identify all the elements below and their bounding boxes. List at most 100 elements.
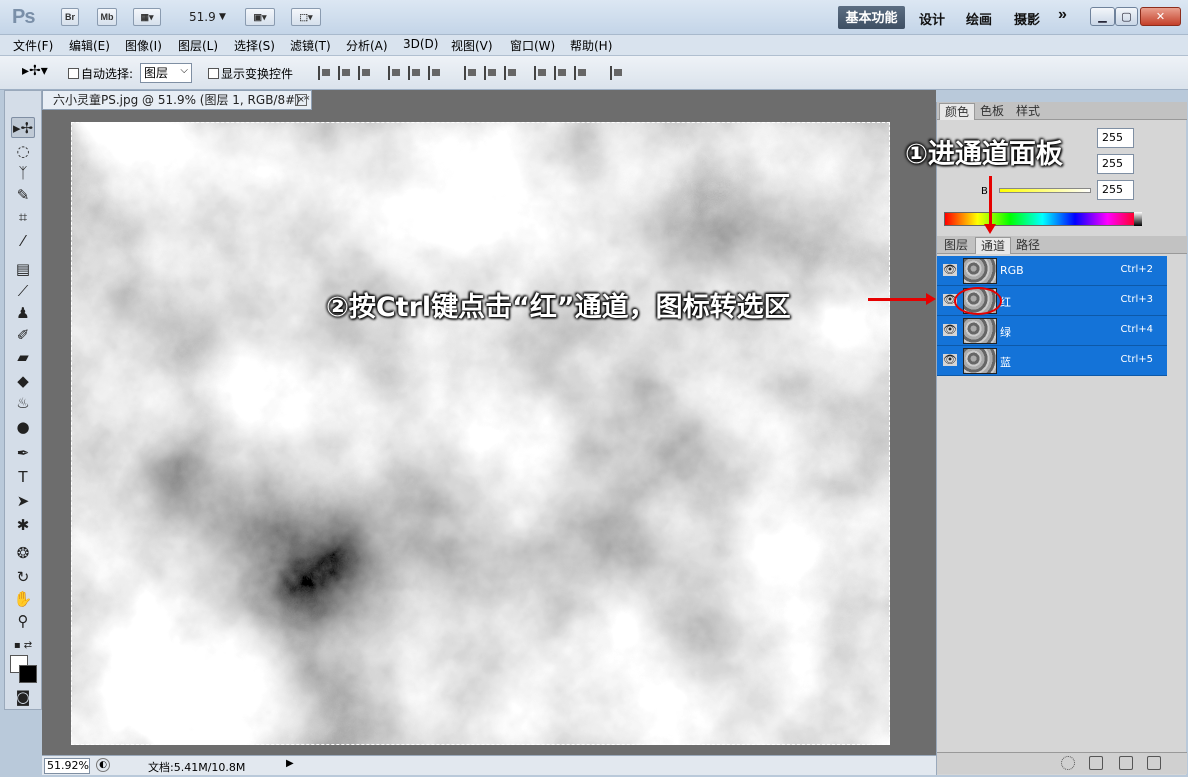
menu-view[interactable]: 视图(V) xyxy=(451,37,493,54)
save-selection-icon[interactable] xyxy=(1089,756,1103,770)
tab-channels[interactable]: 通道 xyxy=(975,237,1012,254)
tab-paths[interactable]: 路径 xyxy=(1011,237,1045,254)
tab-layers[interactable]: 图层 xyxy=(939,237,973,254)
view-extras-button[interactable]: ▦▾ xyxy=(133,8,161,26)
maximize-button[interactable]: ▢ xyxy=(1115,7,1138,26)
quick-select-tool-icon[interactable]: ✎ xyxy=(11,185,35,206)
lasso-tool-icon[interactable]: ᛉ xyxy=(11,163,35,184)
show-transform-checkbox[interactable]: 显示变换控件 xyxy=(208,65,293,82)
distribute-bottom-icon[interactable] xyxy=(504,66,518,80)
zoom-tool-icon[interactable]: ⚲ xyxy=(11,611,35,632)
eye-icon[interactable]: 👁 xyxy=(943,264,957,276)
minimize-button[interactable]: ▁ xyxy=(1090,7,1115,26)
load-selection-icon[interactable] xyxy=(1061,756,1075,770)
workspace-painting[interactable]: 绘画 xyxy=(966,9,992,28)
distribute-top-icon[interactable] xyxy=(464,66,478,80)
more-workspaces-icon[interactable]: » xyxy=(1058,6,1067,24)
document-close-icon[interactable]: × xyxy=(295,94,307,106)
color-b-slider[interactable] xyxy=(999,188,1091,193)
pen-tool-icon[interactable]: ✒ xyxy=(11,443,35,464)
channel-thumbnail[interactable] xyxy=(963,318,997,344)
auto-align-icon[interactable] xyxy=(610,66,624,80)
move-tool-icon[interactable]: ▸✢ xyxy=(11,117,35,138)
eye-icon[interactable]: 👁 xyxy=(943,354,957,366)
channel-thumbnail[interactable] xyxy=(963,258,997,284)
eraser-tool-icon[interactable]: ▰ xyxy=(11,347,35,368)
color-spectrum-bw[interactable] xyxy=(1134,212,1142,226)
color-g-field[interactable]: 255 xyxy=(1097,154,1134,174)
align-top-icon[interactable] xyxy=(318,66,332,80)
marquee-tool-icon[interactable]: ◌ xyxy=(11,141,35,162)
healing-brush-tool-icon[interactable]: ▤ xyxy=(11,259,35,280)
distribute-hcenter-icon[interactable] xyxy=(554,66,568,80)
auto-select-checkbox[interactable]: 自动选择: xyxy=(68,65,133,82)
menu-filter[interactable]: 滤镜(T) xyxy=(290,37,331,54)
workspace-design[interactable]: 设计 xyxy=(919,9,945,28)
arrange-documents-button[interactable]: ▣▾ xyxy=(245,8,275,26)
menu-3d[interactable]: 3D(D) xyxy=(403,37,438,51)
color-b-label: B xyxy=(981,186,988,197)
distribute-left-icon[interactable] xyxy=(534,66,548,80)
distribute-vcenter-icon[interactable] xyxy=(484,66,498,80)
dodge-tool-icon[interactable]: ● xyxy=(11,417,35,438)
quick-mask-icon[interactable]: ◙ xyxy=(11,687,35,708)
3d-rotate-tool-icon[interactable]: ❂ xyxy=(11,543,35,564)
type-tool-icon[interactable]: T xyxy=(11,467,35,488)
menu-help[interactable]: 帮助(H) xyxy=(570,37,612,54)
distribute-right-icon[interactable] xyxy=(574,66,588,80)
crop-tool-icon[interactable]: ⌗ xyxy=(11,207,35,228)
history-brush-tool-icon[interactable]: ✐ xyxy=(11,325,35,346)
color-b-field[interactable]: 255 xyxy=(1097,180,1134,200)
move-tool-preset-icon[interactable]: ▸✢▾ xyxy=(22,63,48,79)
menu-select[interactable]: 选择(S) xyxy=(234,37,275,54)
align-right-icon[interactable] xyxy=(428,66,442,80)
menu-edit[interactable]: 编辑(E) xyxy=(69,37,110,54)
delete-channel-icon[interactable] xyxy=(1147,756,1161,770)
eyedropper-tool-icon[interactable]: ⁄ xyxy=(11,231,35,252)
shape-tool-icon[interactable]: ✱ xyxy=(11,515,35,536)
color-spectrum[interactable] xyxy=(944,212,1141,226)
tab-swatches[interactable]: 色板 xyxy=(975,103,1009,120)
channel-thumbnail[interactable] xyxy=(963,348,997,374)
new-channel-icon[interactable] xyxy=(1119,756,1133,770)
status-zoom-field[interactable]: 51.92% xyxy=(44,758,90,774)
zoom-dropdown-icon[interactable]: ▼ xyxy=(219,12,226,22)
brush-tool-icon[interactable]: ⟋ xyxy=(11,281,35,302)
mini-bridge-button[interactable]: Mb xyxy=(97,8,117,26)
tab-styles[interactable]: 样式 xyxy=(1011,103,1045,120)
hand-tool-icon[interactable]: ✋ xyxy=(11,589,35,610)
menu-image[interactable]: 图像(I) xyxy=(125,37,162,54)
auto-select-target-dropdown[interactable]: 图层 xyxy=(140,62,192,83)
status-info-icon[interactable]: ◐ xyxy=(96,758,110,772)
menu-layer[interactable]: 图层(L) xyxy=(178,37,218,54)
menu-analysis[interactable]: 分析(A) xyxy=(346,37,388,54)
3d-orbit-tool-icon[interactable]: ↻ xyxy=(11,567,35,588)
path-selection-tool-icon[interactable]: ➤ xyxy=(11,491,35,512)
workspace-photography[interactable]: 摄影 xyxy=(1014,9,1040,28)
align-bottom-icon[interactable] xyxy=(358,66,372,80)
channel-row-green[interactable]: 👁 绿 Ctrl+4 xyxy=(937,316,1167,346)
screen-mode-button[interactable]: ⬚▾ xyxy=(291,8,321,26)
channel-row-blue[interactable]: 👁 蓝 Ctrl+5 xyxy=(937,346,1167,376)
status-menu-arrow-icon[interactable]: ▶ xyxy=(286,758,294,769)
channel-row-rgb[interactable]: 👁 RGB Ctrl+2 xyxy=(937,256,1167,286)
clone-stamp-tool-icon[interactable]: ♟ xyxy=(11,303,35,324)
document-tab[interactable]: 六小灵童PS.jpg @ 51.9% (图层 1, RGB/8#) * × xyxy=(42,90,312,110)
align-hcenter-icon[interactable] xyxy=(408,66,422,80)
close-window-button[interactable]: ✕ xyxy=(1140,7,1181,26)
paint-bucket-tool-icon[interactable]: ◆ xyxy=(11,371,35,392)
zoom-level[interactable]: 51.9 xyxy=(189,10,216,24)
bridge-button[interactable]: Br xyxy=(61,8,79,26)
tab-color[interactable]: 颜色 xyxy=(939,103,976,120)
background-color-swatch[interactable] xyxy=(19,665,37,683)
menu-window[interactable]: 窗口(W) xyxy=(510,37,555,54)
align-left-icon[interactable] xyxy=(388,66,402,80)
default-colors-icon[interactable]: ▪ ⇄ xyxy=(11,635,35,656)
eye-icon[interactable]: 👁 xyxy=(943,324,957,336)
clouds-canvas[interactable] xyxy=(71,122,890,745)
align-vcenter-icon[interactable] xyxy=(338,66,352,80)
blur-tool-icon[interactable]: ♨ xyxy=(11,393,35,414)
menu-file[interactable]: 文件(F) xyxy=(13,37,53,54)
color-r-field[interactable]: 255 xyxy=(1097,128,1134,148)
workspace-essentials[interactable]: 基本功能 xyxy=(838,6,905,29)
